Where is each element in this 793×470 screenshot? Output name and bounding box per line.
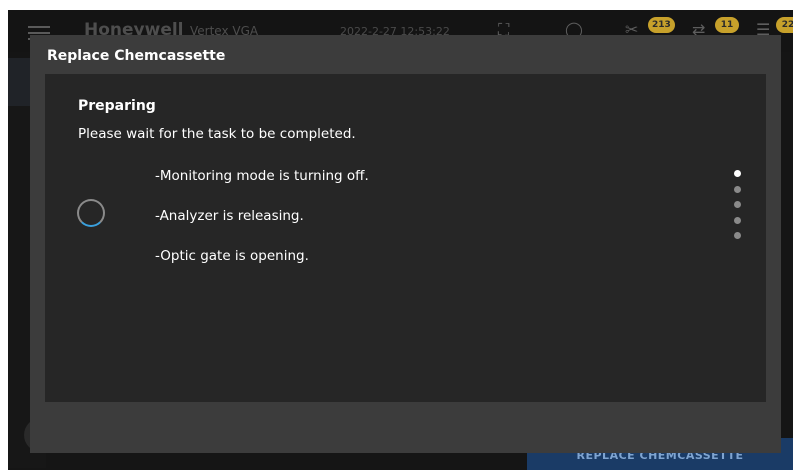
page-dot-2[interactable] (734, 185, 741, 193)
status-heading: Preparing (78, 98, 156, 114)
dialog-title: Replace Chemcassette (47, 48, 226, 64)
step-analyzer: -Analyzer is releasing. (155, 208, 304, 224)
status-message: Please wait for the task to be completed… (78, 126, 356, 142)
loading-spinner-icon (77, 199, 105, 227)
page-dot-4[interactable] (734, 216, 741, 224)
page-dot-1[interactable] (734, 170, 741, 177)
step-optic-gate: -Optic gate is opening. (155, 248, 309, 264)
page-dot-3[interactable] (734, 201, 741, 208)
maintenance-count-badge: 11 (715, 17, 739, 33)
step-monitoring: -Monitoring mode is turning off. (155, 168, 369, 184)
list-count-badge: 22 (776, 17, 793, 33)
replace-chemcassette-dialog: Replace Chemcassette Preparing Please wa… (30, 35, 781, 453)
page-indicator (734, 170, 742, 248)
fault-count-badge: 213 (648, 17, 675, 33)
dialog-content: Preparing Please wait for the task to be… (45, 74, 766, 402)
page-dot-5[interactable] (734, 232, 741, 239)
